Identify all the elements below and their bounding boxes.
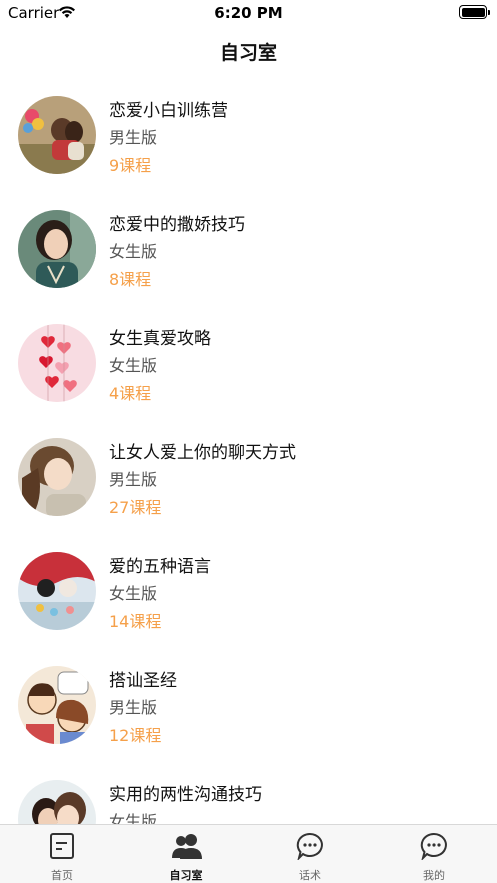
course-count: 8课程 [109,270,152,289]
course-avatar [18,324,96,402]
course-count: 27课程 [109,498,162,517]
course-title: 实用的两性沟通技巧 [109,785,262,805]
course-title: 恋爱中的撒娇技巧 [109,215,245,235]
tab-scripts[interactable]: 话术 [248,825,372,883]
course-list[interactable]: 恋爱小白训练营 男生版 9课程 恋爱中的撒娇技巧 女生版 8课程 女生真爱攻略 … [0,92,497,824]
tab-label: 自习室 [169,869,203,882]
course-edition: 女生版 [109,242,158,261]
tab-label: 话术 [299,869,321,882]
course-avatar [18,666,96,744]
course-edition: 男生版 [109,698,158,717]
tab-study-room[interactable]: 自习室 [124,825,248,883]
chat-bubble-icon [420,832,448,862]
course-edition: 女生版 [109,356,158,375]
course-item[interactable]: 恋爱小白训练营 男生版 9课程 [0,92,497,206]
people-icon [172,832,202,860]
course-avatar [18,96,96,174]
status-bar: Carrier 6:20 PM [0,0,497,26]
course-item[interactable]: 爱的五种语言 女生版 14课程 [0,548,497,662]
course-title: 恋爱小白训练营 [109,101,228,121]
course-edition: 女生版 [109,812,158,824]
course-title: 爱的五种语言 [109,557,211,577]
clock: 6:20 PM [214,4,283,22]
course-item[interactable]: 恋爱中的撒娇技巧 女生版 8课程 [0,206,497,320]
course-avatar [18,438,96,516]
course-avatar [18,780,96,824]
course-count: 9课程 [109,156,152,175]
course-count: 14课程 [109,612,162,631]
course-title: 搭讪圣经 [109,671,177,691]
tab-home[interactable]: 首页 [0,825,124,883]
course-count: 12课程 [109,726,162,745]
tab-bar: 首页 自习室 话术 我的 [0,824,497,883]
course-edition: 男生版 [109,128,158,147]
tab-label: 我的 [423,869,445,882]
course-item[interactable]: 实用的两性沟通技巧 女生版 [0,776,497,824]
course-avatar [18,210,96,288]
battery-icon [459,5,490,19]
course-item[interactable]: 搭讪圣经 男生版 12课程 [0,662,497,776]
chat-bubble-icon [296,832,324,862]
course-title: 女生真爱攻略 [109,329,211,349]
course-title: 让女人爱上你的聊天方式 [109,443,296,463]
course-edition: 男生版 [109,470,158,489]
page-title: 自习室 [219,42,277,64]
course-count: 4课程 [109,384,152,403]
course-item[interactable]: 女生真爱攻略 女生版 4课程 [0,320,497,434]
home-note-icon [48,832,76,860]
tab-mine[interactable]: 我的 [372,825,496,883]
course-edition: 女生版 [109,584,158,603]
tab-label: 首页 [51,869,73,882]
course-avatar [18,552,96,630]
course-item[interactable]: 让女人爱上你的聊天方式 男生版 27课程 [0,434,497,548]
